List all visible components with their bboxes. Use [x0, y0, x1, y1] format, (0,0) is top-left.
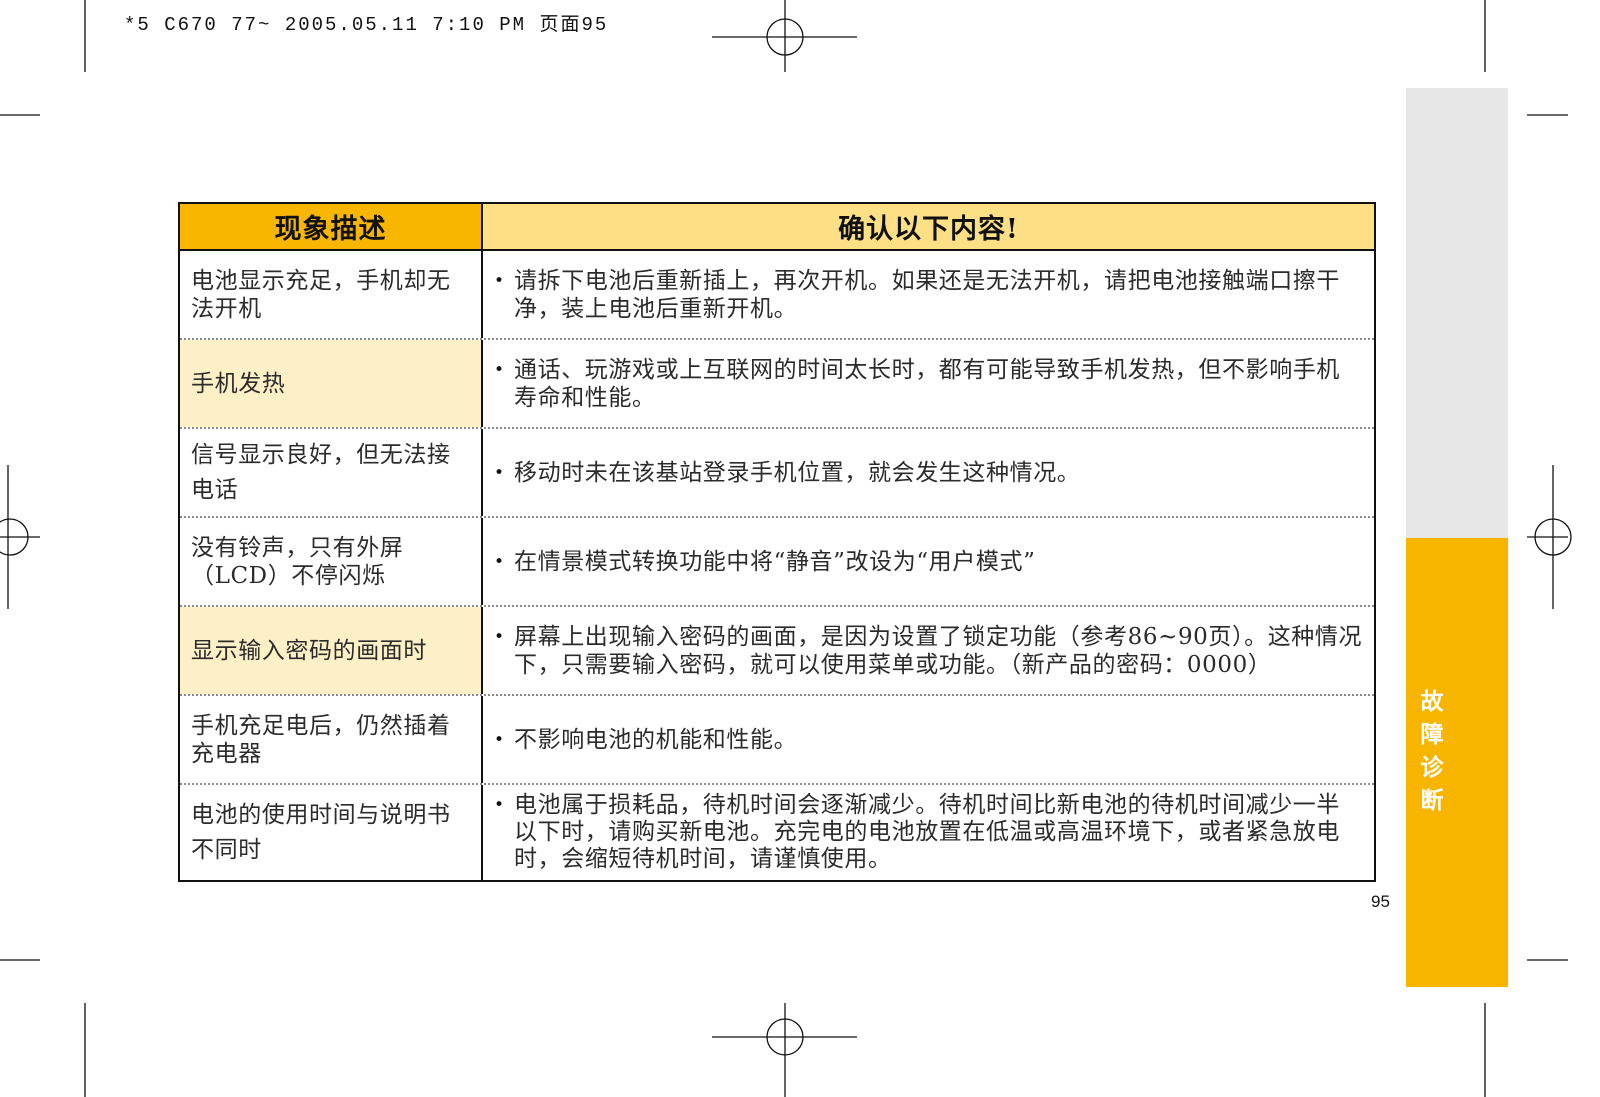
- bullet-icon: •: [494, 626, 505, 647]
- check-item: • 屏幕上出现输入密码的画面，是因为设置了锁定功能（参考86~90页）。这种情况…: [494, 623, 1362, 679]
- check-cell: • 通话、玩游戏或上互联网的时间太长时，都有可能导致手机发热，但不影响手机 寿命…: [481, 340, 1374, 427]
- table-row: 电池显示充足，手机却无 法开机 • 请拆下电池后重新插上，再次开机。如果还是无法…: [180, 251, 1374, 340]
- check-cell: • 屏幕上出现输入密码的画面，是因为设置了锁定功能（参考86~90页）。这种情况…: [481, 607, 1374, 694]
- symptom-line: 信号显示良好，但无法接: [191, 441, 451, 468]
- check-line: 时，会缩短待机时间，请谨慎使用。: [514, 846, 892, 872]
- symptom-line: 没有铃声，只有外屏: [191, 534, 404, 561]
- check-line: 在情景模式转换功能中将“静音”改设为“用户模式”: [514, 548, 1036, 575]
- check-text: 在情景模式转换功能中将“静音”改设为“用户模式”: [514, 548, 1035, 576]
- symptom-cell: 电池显示充足，手机却无 法开机: [180, 251, 481, 338]
- check-cell: • 请拆下电池后重新插上，再次开机。如果还是无法开机，请把电池接触端口擦干 净，…: [481, 251, 1374, 338]
- check-cell: • 移动时未在该基站登录手机位置，就会发生这种情况。: [481, 429, 1374, 516]
- symptom-cell: 信号显示良好，但无法接 电话: [180, 429, 481, 516]
- symptom-line: 电池显示充足，手机却无: [191, 267, 451, 294]
- symptom-line: 不同时: [191, 836, 262, 863]
- check-item: • 通话、玩游戏或上互联网的时间太长时，都有可能导致手机发热，但不影响手机 寿命…: [494, 356, 1340, 412]
- symptom-line: 电话: [191, 476, 239, 503]
- manual-page: *5 C670 77~ 2005.05.11 7:10 PM 页面95 故障诊断…: [0, 0, 1600, 1097]
- check-text: 电池属于损耗品，待机时间会逐渐减少。待机时间比新电池的待机时间减少一半 以下时，…: [514, 792, 1340, 873]
- check-line: 请拆下电池后重新插上，再次开机。如果还是无法开机，请把电池接触端口擦干: [514, 267, 1340, 294]
- registration-mark-right-icon: [1527, 465, 1572, 609]
- check-item: • 在情景模式转换功能中将“静音”改设为“用户模式”: [494, 548, 1035, 576]
- troubleshooting-table: 现象描述 确认以下内容! 电池显示充足，手机却无 法开机 • 请拆下电池后重新插…: [178, 202, 1376, 882]
- bullet-icon: •: [494, 795, 505, 815]
- check-item: • 电池属于损耗品，待机时间会逐渐减少。待机时间比新电池的待机时间减少一半 以下…: [494, 792, 1340, 873]
- check-cell: • 电池属于损耗品，待机时间会逐渐减少。待机时间比新电池的待机时间减少一半 以下…: [481, 785, 1374, 880]
- registration-mark-bottom-icon: [712, 1003, 857, 1097]
- check-line: 净，装上电池后重新开机。: [514, 295, 798, 322]
- check-cell: • 在情景模式转换功能中将“静音”改设为“用户模式”: [481, 518, 1374, 605]
- header-symptom: 现象描述: [180, 204, 481, 249]
- table-row: 没有铃声，只有外屏 （LCD）不停闪烁 • 在情景模式转换功能中将“静音”改设为…: [180, 518, 1374, 607]
- check-line: 以下时，请购买新电池。充完电的电池放置在低温或高温环境下，或者紧急放电: [514, 819, 1340, 845]
- side-tab-gray-block: [1406, 88, 1508, 538]
- bullet-icon: •: [494, 270, 505, 291]
- bullet-icon: •: [494, 359, 505, 380]
- page-number: 95: [1371, 892, 1390, 911]
- symptom-cell: 显示输入密码的画面时: [180, 607, 481, 694]
- check-line: 移动时未在该基站登录手机位置，就会发生这种情况。: [514, 459, 1081, 486]
- check-text: 请拆下电池后重新插上，再次开机。如果还是无法开机，请把电池接触端口擦干 净，装上…: [514, 267, 1340, 323]
- symptom-line: 显示输入密码的画面时: [191, 637, 427, 664]
- check-text: 通话、玩游戏或上互联网的时间太长时，都有可能导致手机发热，但不影响手机 寿命和性…: [514, 356, 1340, 412]
- check-line: 寿命和性能。: [514, 384, 656, 411]
- check-text: 不影响电池的机能和性能。: [514, 726, 797, 754]
- table-row: 电池的使用时间与说明书 不同时 • 电池属于损耗品，待机时间会逐渐减少。待机时间…: [180, 785, 1374, 880]
- check-item: • 请拆下电池后重新插上，再次开机。如果还是无法开机，请把电池接触端口擦干 净，…: [494, 267, 1340, 323]
- table-row: 手机发热 • 通话、玩游戏或上互联网的时间太长时，都有可能导致手机发热，但不影响…: [180, 340, 1374, 429]
- symptom-cell: 电池的使用时间与说明书 不同时: [180, 785, 481, 880]
- side-tab-label: 故障诊断: [1420, 689, 1444, 814]
- check-text: 移动时未在该基站登录手机位置，就会发生这种情况。: [514, 459, 1080, 487]
- check-line: 下，只需要输入密码，就可以使用菜单或功能。（新产品的密码：0000）: [514, 651, 1272, 678]
- header-check: 确认以下内容!: [481, 204, 1374, 249]
- print-header: *5 C670 77~ 2005.05.11 7:10 PM 页面95: [124, 14, 609, 36]
- symptom-line: 充电器: [191, 740, 262, 767]
- check-line: 通话、玩游戏或上互联网的时间太长时，都有可能导致手机发热，但不影响手机: [514, 356, 1340, 383]
- symptom-line: 手机发热: [191, 370, 286, 397]
- symptom-line: （LCD）不停闪烁: [191, 562, 386, 589]
- bullet-icon: •: [494, 551, 505, 572]
- check-item: • 移动时未在该基站登录手机位置，就会发生这种情况。: [494, 459, 1080, 487]
- table-row: 信号显示良好，但无法接 电话 • 移动时未在该基站登录手机位置，就会发生这种情况…: [180, 429, 1374, 518]
- check-text: 屏幕上出现输入密码的画面，是因为设置了锁定功能（参考86~90页）。这种情况 下…: [514, 623, 1362, 679]
- symptom-cell: 手机发热: [180, 340, 481, 427]
- symptom-cell: 手机充足电后，仍然插着 充电器: [180, 696, 481, 783]
- bullet-icon: •: [494, 729, 505, 750]
- table-header-row: 现象描述 确认以下内容!: [180, 204, 1374, 251]
- symptom-cell: 没有铃声，只有外屏 （LCD）不停闪烁: [180, 518, 481, 605]
- check-line: 电池属于损耗品，待机时间会逐渐减少。待机时间比新电池的待机时间减少一半: [514, 792, 1340, 818]
- check-line: 屏幕上出现输入密码的画面，是因为设置了锁定功能（参考86~90页）。这种情况: [514, 623, 1363, 650]
- registration-mark-left-icon: [0, 465, 40, 609]
- check-item: • 不影响电池的机能和性能。: [494, 726, 797, 754]
- table-row: 显示输入密码的画面时 • 屏幕上出现输入密码的画面，是因为设置了锁定功能（参考8…: [180, 607, 1374, 696]
- bullet-icon: •: [494, 462, 505, 483]
- symptom-line: 法开机: [191, 295, 262, 322]
- table-row: 手机充足电后，仍然插着 充电器 • 不影响电池的机能和性能。: [180, 696, 1374, 785]
- check-line: 不影响电池的机能和性能。: [514, 726, 798, 753]
- symptom-line: 电池的使用时间与说明书: [191, 801, 451, 828]
- registration-mark-top-icon: [712, 0, 857, 72]
- symptom-line: 手机充足电后，仍然插着: [191, 712, 451, 739]
- check-cell: • 不影响电池的机能和性能。: [481, 696, 1374, 783]
